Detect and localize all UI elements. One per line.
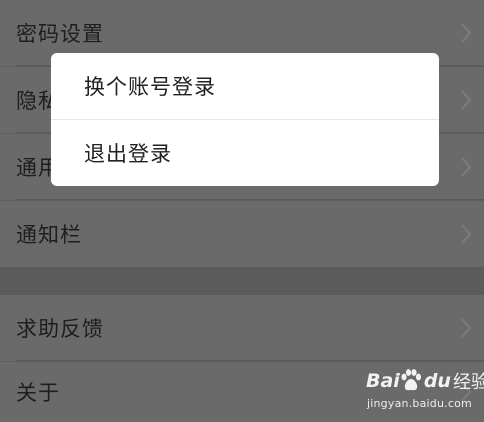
watermark-du: du <box>423 370 451 392</box>
dialog-item-label: 退出登录 <box>84 142 172 166</box>
dialog-item-label: 换个账号登录 <box>84 75 216 99</box>
watermark-jingyan: 经验 <box>452 372 484 393</box>
account-action-dialog: 换个账号登录 退出登录 <box>51 53 439 186</box>
baidu-jingyan-watermark: Bai du 经验 jingyan.baidu.com <box>366 366 484 416</box>
watermark-url: jingyan.baidu.com <box>367 397 472 410</box>
row-label: 关于 <box>16 381 60 405</box>
settings-row-help-feedback[interactable]: 求助反馈 <box>0 295 484 361</box>
settings-row-notification-bar[interactable]: 通知栏 <box>0 201 484 267</box>
watermark-bai: Bai <box>366 370 400 392</box>
watermark-brand: Bai du 经验 <box>366 366 484 396</box>
logout-button[interactable]: 退出登录 <box>51 120 439 186</box>
section-gap <box>0 267 484 295</box>
chevron-right-icon <box>461 90 472 110</box>
chevron-right-icon <box>461 157 472 177</box>
switch-account-button[interactable]: 换个账号登录 <box>51 53 439 119</box>
chevron-right-icon <box>461 224 472 244</box>
row-divider <box>16 360 484 361</box>
chevron-right-icon <box>461 23 472 43</box>
baidu-paw-icon <box>401 369 422 391</box>
row-label: 通知栏 <box>16 223 82 247</box>
row-label: 密码设置 <box>16 22 104 46</box>
chevron-right-icon <box>461 318 472 338</box>
row-label: 求助反馈 <box>16 317 104 341</box>
row-divider <box>16 199 484 200</box>
